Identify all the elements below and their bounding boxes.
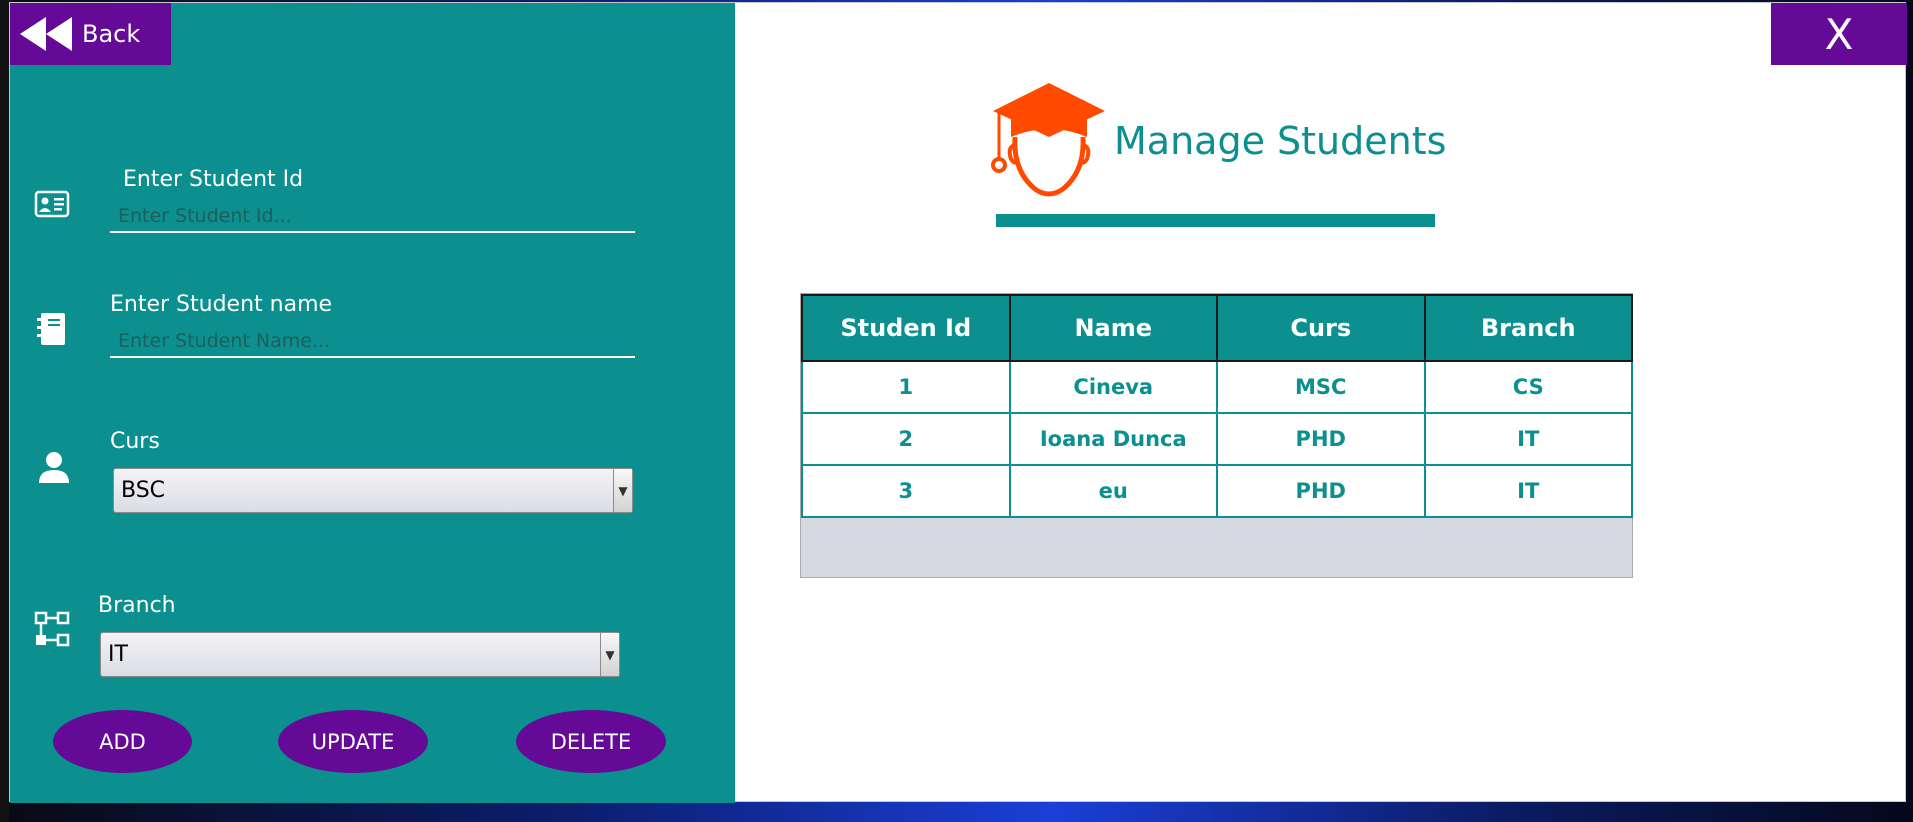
table-cell[interactable]: Cineva [1008,360,1218,414]
page-title: Manage Students [1114,119,1447,163]
branch-selected-value: IT [108,642,128,667]
branch-icon [34,611,70,647]
table-cell[interactable]: PHD [1216,412,1426,466]
column-header[interactable]: Name [1008,294,1218,362]
table-cell[interactable]: IT [1423,464,1633,518]
student-name-input[interactable] [110,328,635,358]
students-table: Studen Id Name Curs Branch 1 Cineva MSC … [801,294,1633,518]
manage-students-window: Back Enter Student Id Enter Student name [9,2,1907,803]
form-panel: Back Enter Student Id Enter Student name [10,3,735,803]
column-header[interactable]: Curs [1216,294,1426,362]
table-cell[interactable]: MSC [1216,360,1426,414]
chevron-down-icon: ▼ [613,469,632,512]
table-row[interactable]: 3 eu PHD IT [801,464,1633,518]
student-graduate-icon [991,83,1105,197]
table-cell[interactable]: 3 [801,464,1011,518]
table-cell[interactable]: CS [1423,360,1633,414]
delete-button[interactable]: DELETE [516,710,666,773]
close-button[interactable]: X [1771,3,1907,65]
title-underline [996,214,1435,227]
student-id-label: Enter Student Id [123,167,304,192]
chevron-down-icon: ▼ [600,633,619,676]
branch-label: Branch [98,593,176,618]
curs-selected-value: BSC [121,478,166,503]
user-icon [39,452,69,483]
table-row[interactable]: 1 Cineva MSC CS [801,360,1633,414]
add-button[interactable]: ADD [53,710,192,773]
curs-select[interactable]: BSC ▼ [113,468,633,513]
column-header[interactable]: Branch [1423,294,1633,362]
desktop-background [0,0,9,822]
table-cell[interactable]: Ioana Dunca [1008,412,1218,466]
student-id-input[interactable] [110,203,635,233]
students-table-container[interactable]: Studen Id Name Curs Branch 1 Cineva MSC … [800,293,1633,578]
table-cell[interactable]: 2 [801,412,1011,466]
notebook-icon [37,313,65,345]
table-cell[interactable]: 1 [801,360,1011,414]
table-cell[interactable]: eu [1008,464,1218,518]
update-button[interactable]: UPDATE [278,710,428,773]
branch-select[interactable]: IT ▼ [100,632,620,677]
table-header-row: Studen Id Name Curs Branch [801,294,1633,362]
column-header[interactable]: Studen Id [801,294,1011,362]
id-card-icon [34,190,70,218]
table-row[interactable]: 2 Ioana Dunca PHD IT [801,412,1633,466]
rewind-icon [20,17,72,51]
curs-label: Curs [110,429,160,454]
table-cell[interactable]: IT [1423,412,1633,466]
student-name-label: Enter Student name [110,292,333,317]
back-label: Back [82,20,141,48]
back-button[interactable]: Back [10,3,171,65]
table-cell[interactable]: PHD [1216,464,1426,518]
